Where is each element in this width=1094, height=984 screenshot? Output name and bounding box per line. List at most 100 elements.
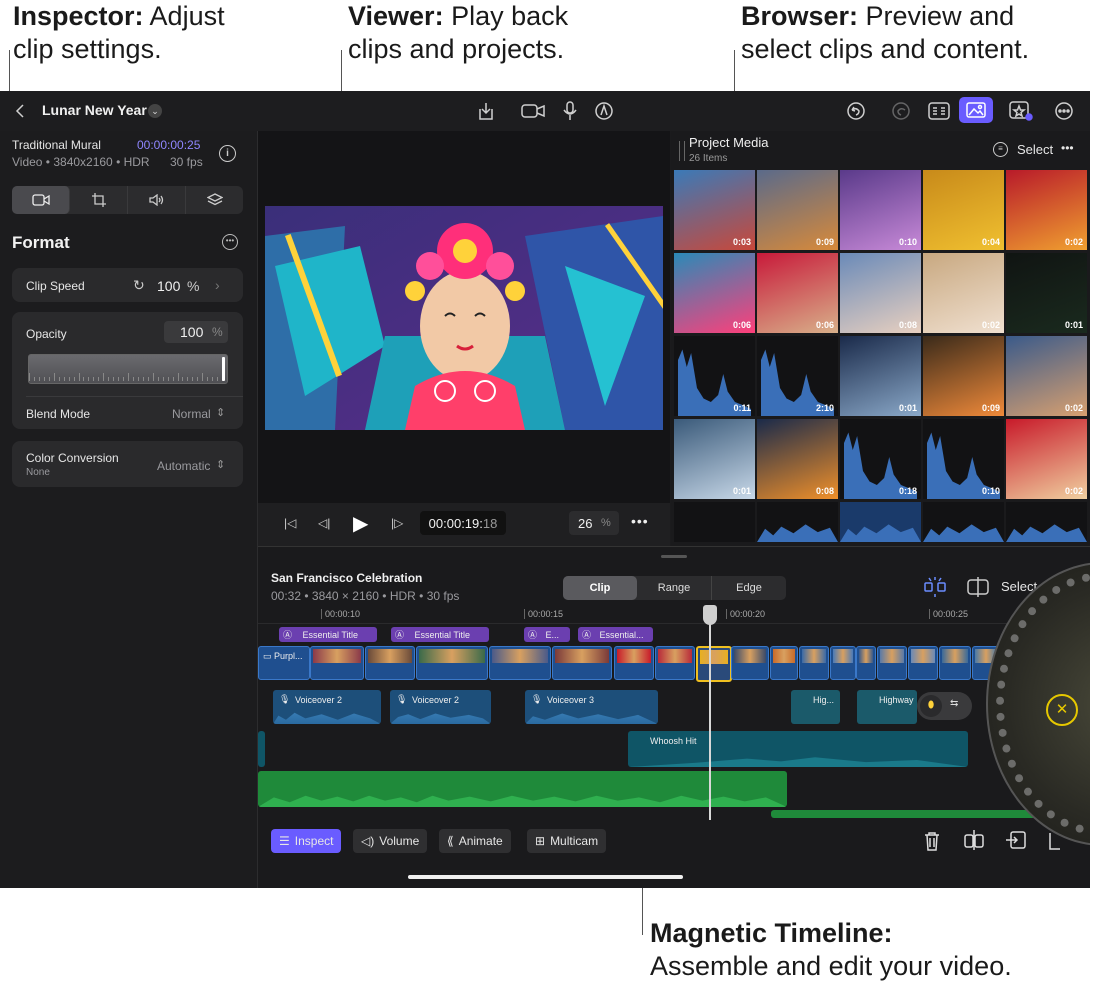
playhead-handle[interactable] [703,605,717,625]
opacity-slider-handle[interactable] [222,357,225,381]
skimming-icon[interactable] [966,576,990,598]
step-back-icon[interactable]: ◁| [318,516,330,530]
sound-effect-clip[interactable]: Hig... [791,690,840,724]
video-clip[interactable] [830,646,856,680]
video-clip[interactable] [856,646,876,680]
inspect-button[interactable]: ☰ Inspect [271,829,342,853]
zoom-field[interactable]: 26 % [569,511,619,535]
browser-select-button[interactable]: Select [1017,142,1053,157]
media-thumbnail[interactable]: 0:08 [840,253,921,333]
speed-reset-icon[interactable]: ↻ [133,277,145,294]
more-icon[interactable] [1054,99,1074,123]
undo-icon[interactable] [846,99,866,123]
media-thumbnail[interactable]: 0:09 [923,336,1004,416]
close-icon[interactable]: ✕ [1046,694,1078,726]
timecode-display[interactable]: 00:00:19: 18 [420,511,506,535]
media-thumbnail[interactable]: 0:06 [674,253,755,333]
media-thumbnail[interactable]: 0:10 [923,419,1004,499]
media-thumbnail[interactable]: 0:01 [1006,253,1087,333]
whoosh-clip[interactable]: Whoosh Hit [628,731,968,767]
camera-icon[interactable] [520,99,546,123]
media-thumbnail[interactable]: 2:10 [757,336,838,416]
browser-toggle-icon[interactable] [959,97,993,123]
voiceover-clip[interactable]: 🎙 Voiceover 3 [525,690,658,724]
more-actions-icon[interactable] [1049,832,1061,855]
video-clip[interactable] [365,646,415,680]
media-thumbnail[interactable] [757,502,838,542]
color-conversion-value[interactable]: Automatic [157,459,210,473]
timeline-grabber[interactable] [661,555,687,558]
media-thumbnail[interactable]: 0:02 [1006,336,1087,416]
media-thumbnail[interactable]: 0:09 [757,170,838,250]
playhead[interactable] [709,605,711,820]
audio-clip-edge[interactable] [258,731,265,767]
media-thumbnail[interactable]: 0:06 [757,253,838,333]
clip-speed-value[interactable]: 100 [157,278,180,294]
viewer-more-icon[interactable]: ••• [631,513,649,529]
inspector-toggle-icon[interactable] [928,99,950,123]
tab-layers-icon[interactable] [186,186,243,214]
play-icon[interactable]: ▶ [353,511,368,536]
effects-star-icon[interactable] [1008,99,1034,123]
music-clip[interactable] [258,771,787,807]
chevron-down-icon[interactable]: ⌄ [148,104,162,118]
title-clip[interactable]: Ⓐ Essential... [578,627,653,642]
media-thumbnail[interactable] [923,502,1004,542]
split-icon[interactable] [963,829,985,856]
animate-button[interactable]: ⟪ Animate [439,829,511,853]
skip-back-icon[interactable]: |◁ [284,516,296,530]
media-thumbnail[interactable]: 0:04 [923,170,1004,250]
chevron-right-icon[interactable]: › [215,277,220,293]
media-thumbnail[interactable]: 0:10 [840,170,921,250]
sound-effect-clip[interactable]: Highway [857,690,917,724]
media-thumbnail[interactable] [840,502,921,542]
blend-mode-value[interactable]: Normal [172,407,211,421]
browser-more-icon[interactable]: ••• [1061,141,1074,155]
video-clip[interactable] [614,646,654,680]
media-thumbnail[interactable] [1006,502,1087,542]
opacity-field[interactable]: 100 % [164,321,228,343]
tab-audio-icon[interactable] [128,186,186,214]
detach-icon[interactable] [1005,829,1027,856]
tab-crop-icon[interactable] [70,186,128,214]
video-clip[interactable] [310,646,364,680]
video-clip[interactable] [770,646,798,680]
opacity-slider[interactable] [28,354,228,384]
media-thumbnail[interactable]: 0:01 [674,419,755,499]
viewer-video-frame[interactable] [265,206,663,430]
video-clip[interactable] [731,646,769,680]
video-clip[interactable] [655,646,695,680]
multicam-button[interactable]: ⊞ Multicam [527,829,607,853]
video-clip[interactable] [877,646,907,680]
video-clip[interactable] [489,646,551,680]
color-conversion-row[interactable]: Color Conversion None Automatic ⇕ [12,441,243,487]
section-more-icon[interactable]: ••• [222,234,238,250]
media-thumbnail[interactable]: 0:18 [840,419,921,499]
video-clip[interactable] [799,646,829,680]
voiceover-clip[interactable]: 🎙 Voiceover 2 [390,690,491,724]
browser-drag-handle[interactable] [679,141,685,161]
clip-speed-row[interactable]: Clip Speed ↻ 100 % › [12,268,243,302]
title-clip[interactable]: Ⓐ E... [524,627,570,642]
media-thumbnail[interactable] [674,502,755,542]
filter-icon[interactable]: ≡ [993,142,1008,157]
redo-icon[interactable] [891,99,911,123]
title-clip[interactable]: Ⓐ Essential Title [279,627,377,642]
video-clip[interactable] [939,646,971,680]
selected-video-clip[interactable] [696,646,732,682]
info-icon[interactable]: i [219,145,236,162]
media-thumbnail[interactable]: 0:02 [1006,170,1087,250]
microphone-icon[interactable] [562,99,578,123]
video-clip[interactable] [908,646,938,680]
media-thumbnail[interactable]: 0:01 [840,336,921,416]
media-thumbnail[interactable]: 0:08 [757,419,838,499]
voiceover-clip[interactable]: 🎙 Voiceover 2 [273,690,381,724]
media-thumbnail[interactable]: 0:11 [674,336,755,416]
media-thumbnail[interactable]: 0:03 [674,170,755,250]
pencil-circle-icon[interactable] [594,99,614,123]
chevron-left-icon[interactable] [12,99,28,123]
video-clip[interactable] [416,646,488,680]
step-forward-icon[interactable]: |▷ [391,516,403,530]
video-clip[interactable] [552,646,612,680]
media-thumbnail[interactable]: 0:02 [923,253,1004,333]
